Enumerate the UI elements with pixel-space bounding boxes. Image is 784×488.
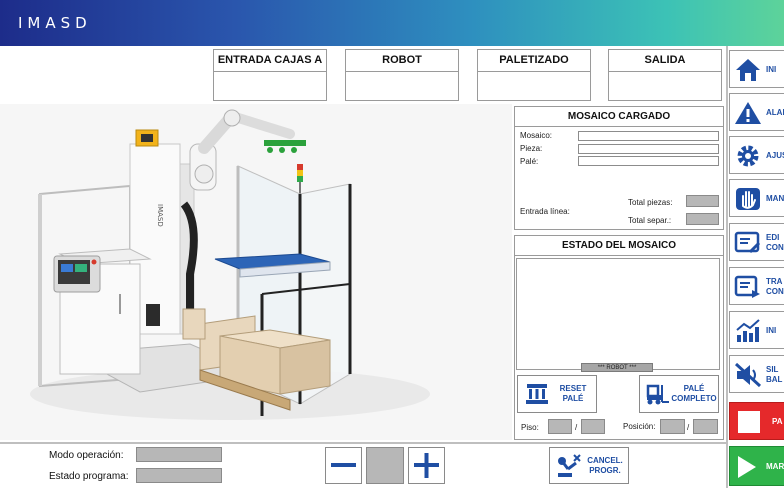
mosaic-canvas: [516, 258, 720, 370]
mute-icon: [734, 362, 762, 388]
header-bar: IMASD: [0, 0, 784, 46]
cancel-program-label-1: CANCEL.: [587, 455, 623, 465]
plus-icon: [414, 453, 439, 478]
status-label: PALETIZADO: [478, 50, 590, 72]
estado-programa-label: Estado programa:: [49, 471, 129, 482]
paro-label: PA: [772, 417, 783, 426]
status-box-salida: SALIDA: [608, 49, 722, 101]
cancel-program-button[interactable]: CANCEL. PROGR.: [549, 447, 629, 484]
posicion-total: [693, 419, 718, 434]
mosaico-cargado-title: MOSAICO CARGADO: [515, 107, 723, 127]
pale-label: Palé:: [520, 157, 539, 166]
piso-total: [581, 419, 605, 434]
play-icon: [738, 456, 756, 478]
status-label: ENTRADA CAJAS A: [214, 50, 326, 72]
svg-text:IMASD: IMASD: [156, 204, 164, 227]
posicion-separator: /: [687, 423, 690, 432]
nav-editar-label-1: EDI: [766, 233, 780, 242]
reset-pale-button[interactable]: RESET PALÉ: [517, 375, 597, 413]
mosaico-label: Mosaico:: [520, 131, 553, 140]
nav-transferir-config[interactable]: TRA CON: [729, 267, 784, 305]
nav-ajustes[interactable]: AJUS: [729, 136, 784, 174]
estado-programa-value: [136, 468, 222, 483]
posicion-current: [660, 419, 685, 434]
nav-informes-label: INI: [766, 326, 777, 335]
nav-manual-label: MAN: [766, 194, 784, 203]
status-label: ROBOT: [346, 50, 458, 72]
mosaico-field: [578, 131, 719, 141]
cancel-program-label-2: PROGR.: [589, 465, 621, 475]
reset-pale-label-2: PALÉ: [562, 394, 584, 403]
nav-informes[interactable]: INI: [729, 311, 784, 349]
status-value: [609, 72, 721, 100]
pallet-icon: [526, 384, 548, 404]
nav-inicio[interactable]: INI: [729, 50, 784, 88]
total-separ-label: Total separ.:: [628, 216, 672, 225]
imasd-logo: IMASD: [18, 14, 92, 32]
nav-alarmas[interactable]: ALAR: [729, 93, 784, 131]
sidebar-divider: [726, 46, 728, 488]
total-piezas-label: Total piezas:: [628, 198, 673, 207]
transfer-config-icon: [734, 275, 760, 298]
nav-transferir-label-1: TRA: [766, 277, 783, 286]
piso-separator: /: [575, 423, 578, 432]
stop-icon: [738, 411, 760, 433]
palletizer-machine-image: IMASD: [0, 104, 512, 440]
status-value: [478, 72, 590, 100]
nav-editar-config[interactable]: EDI CON: [729, 223, 784, 261]
status-box-entrada: ENTRADA CAJAS A: [213, 49, 327, 101]
piso-current: [548, 419, 572, 434]
estado-mosaico-title: ESTADO DEL MOSAICO: [515, 236, 723, 256]
total-separ-value: [686, 213, 719, 225]
pale-field: [578, 156, 719, 166]
nav-manual[interactable]: MAN: [729, 179, 784, 217]
nav-alarmas-label: ALAR: [766, 108, 784, 117]
nav-editar-label-2: CON: [766, 243, 784, 252]
hmi-screen: IMASD ENTRADA CAJAS A ROBOT PALETIZADO S…: [0, 0, 784, 488]
home-icon: [736, 59, 760, 81]
piso-label: Piso:: [521, 423, 539, 432]
status-value: [346, 72, 458, 100]
bottom-divider: [0, 442, 726, 444]
status-box-robot: ROBOT: [345, 49, 459, 101]
posicion-label: Posición:: [623, 422, 656, 431]
marcha-button[interactable]: MAR: [729, 446, 784, 486]
nav-transferir-label-2: CON: [766, 287, 784, 296]
nav-silenciar-label-2: BAL: [766, 375, 783, 384]
pale-completo-label-1: PALÉ: [683, 384, 705, 393]
gear-icon: [737, 145, 759, 167]
minus-icon: [331, 463, 356, 467]
status-label: SALIDA: [609, 50, 721, 72]
entrada-linea-label: Entrada línea:: [520, 207, 570, 216]
reset-pale-label-1: RESET: [559, 384, 587, 393]
pale-completo-label-2: COMPLETO: [671, 394, 717, 403]
pieza-field: [578, 144, 719, 154]
edit-config-icon: [734, 231, 761, 254]
minus-button[interactable]: [325, 447, 362, 484]
robot-position-tag: *** ROBOT ***: [581, 363, 653, 372]
chart-icon: [736, 319, 760, 342]
modo-operacion-label: Modo operación:: [49, 450, 124, 461]
pieza-label: Pieza:: [520, 144, 543, 153]
palletizer-illustration: IMASD: [30, 109, 430, 420]
nav-ajustes-label: AJUS: [766, 151, 784, 160]
total-piezas-value: [686, 195, 719, 207]
forklift-icon: [646, 384, 669, 405]
hand-icon: [736, 188, 760, 210]
paro-button[interactable]: PA: [729, 402, 784, 440]
nav-silenciar-baliza[interactable]: SIL BAL: [729, 355, 784, 393]
modo-operacion-value: [136, 447, 222, 462]
nav-silenciar-label-1: SIL: [766, 365, 779, 374]
pale-completo-button[interactable]: PALÉ COMPLETO: [639, 375, 719, 413]
value-display: [366, 447, 404, 484]
status-value: [214, 72, 326, 100]
nav-inicio-label: INI: [766, 65, 777, 74]
status-box-paletizado: PALETIZADO: [477, 49, 591, 101]
plus-button[interactable]: [408, 447, 445, 484]
marcha-label: MAR: [766, 462, 784, 471]
robot-cancel-icon: [558, 453, 581, 477]
alarm-icon: [735, 102, 761, 124]
